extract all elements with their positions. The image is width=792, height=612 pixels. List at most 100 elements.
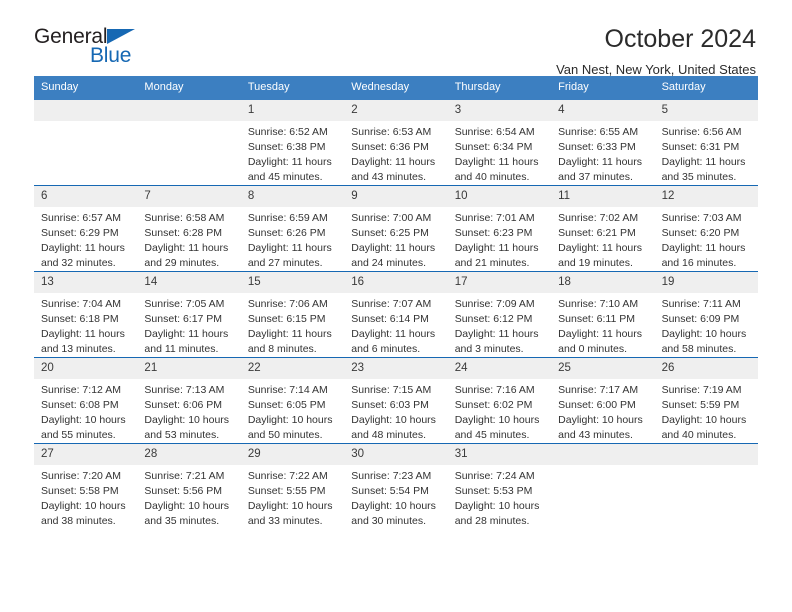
- sunset-text: Sunset: 6:02 PM: [454, 398, 533, 411]
- daylight-text: Daylight: 11 hours and 45 minutes.: [247, 156, 332, 184]
- day-number: 12: [654, 186, 758, 208]
- sunrise-text: Sunrise: 7:12 AM: [41, 383, 121, 396]
- day-cell-empty: [551, 443, 655, 529]
- sunset-text: Sunset: 6:23 PM: [454, 227, 533, 240]
- sunset-text: Sunset: 6:36 PM: [351, 141, 429, 154]
- day-number: 31: [447, 443, 552, 465]
- day-details: Sunrise: 7:16 AM Sunset: 6:02 PM Daylight:…: [448, 379, 551, 443]
- calendar-body: 1 Sunrise: 6:52 AM Sunset: 6:38 PM Daylight…: [34, 100, 758, 529]
- day-cell-26[interactable]: 26 Sunrise: 7:19 AM Sunset: 5:59 PM Dayligh…: [654, 357, 758, 443]
- title-block: October 2024 Van Nest, New York, United …: [556, 26, 758, 78]
- day-cell-27[interactable]: 27 Sunrise: 7:20 AM Sunset: 5:58 PM Dayligh…: [34, 443, 138, 529]
- sunrise-text: Sunrise: 7:16 AM: [454, 383, 535, 396]
- day-cell-12[interactable]: 12 Sunrise: 7:03 AM Sunset: 6:20 PM Dayligh…: [654, 186, 758, 271]
- day-cell-15[interactable]: 15 Sunrise: 7:06 AM Sunset: 6:15 PM Dayligh…: [240, 271, 345, 357]
- daylight-text: Daylight: 10 hours and 58 minutes.: [661, 327, 747, 355]
- day-cell-19[interactable]: 19 Sunrise: 7:11 AM Sunset: 6:09 PM Dayligh…: [654, 271, 758, 357]
- weekday-header-wednesday: Wednesday: [351, 81, 410, 93]
- day-number: 9: [344, 186, 448, 208]
- day-number: 30: [344, 443, 448, 465]
- daylight-text: Daylight: 11 hours and 43 minutes.: [351, 156, 436, 184]
- day-number: 4: [551, 100, 655, 122]
- day-details: Sunrise: 6:52 AM Sunset: 6:38 PM Daylight:…: [241, 121, 344, 185]
- daylight-text: Daylight: 11 hours and 35 minutes.: [661, 156, 746, 184]
- sunrise-text: Sunrise: 6:59 AM: [247, 212, 328, 225]
- day-cell-1[interactable]: 1 Sunrise: 6:52 AM Sunset: 6:38 PM Daylight…: [240, 100, 345, 186]
- weekday-header-saturday: Saturday: [661, 81, 706, 93]
- day-details: Sunrise: 7:15 AM Sunset: 6:03 PM Daylight:…: [344, 379, 447, 443]
- day-cell-9[interactable]: 9 Sunrise: 7:00 AM Sunset: 6:25 PM Daylight…: [344, 186, 448, 271]
- day-cell-8[interactable]: 8 Sunrise: 6:59 AM Sunset: 6:26 PM Daylight…: [240, 186, 345, 271]
- day-details: Sunrise: 7:24 AM Sunset: 5:53 PM Daylight:…: [448, 465, 551, 529]
- sunset-text: Sunset: 6:15 PM: [247, 313, 326, 325]
- sunset-text: Sunset: 6:09 PM: [661, 313, 740, 325]
- general-blue-logo[interactable]: General Blue: [34, 26, 154, 72]
- day-number: 27: [34, 443, 138, 465]
- day-cell-25[interactable]: 25 Sunrise: 7:17 AM Sunset: 6:00 PM Dayligh…: [551, 357, 655, 443]
- day-cell-7[interactable]: 7 Sunrise: 6:58 AM Sunset: 6:28 PM Daylight…: [137, 186, 241, 271]
- day-cell-2[interactable]: 2 Sunrise: 6:53 AM Sunset: 6:36 PM Daylight…: [344, 100, 448, 186]
- sunset-text: Sunset: 6:18 PM: [41, 313, 119, 325]
- day-details: Sunrise: 7:21 AM Sunset: 5:56 PM Daylight:…: [137, 465, 240, 529]
- day-cell-16[interactable]: 16 Sunrise: 7:07 AM Sunset: 6:14 PM Dayligh…: [344, 271, 448, 357]
- day-number: 11: [551, 186, 655, 208]
- sunrise-text: Sunrise: 7:13 AM: [144, 383, 225, 396]
- day-number: 29: [240, 443, 345, 465]
- weekday-header-monday: Monday: [144, 81, 184, 93]
- daylight-text: Daylight: 11 hours and 13 minutes.: [41, 327, 125, 355]
- week-row: 27 Sunrise: 7:20 AM Sunset: 5:58 PM Dayligh…: [34, 442, 758, 529]
- page-header: General Blue October 2024 Van Nest, New …: [34, 0, 758, 78]
- day-number: 10: [447, 186, 552, 208]
- day-number: 22: [240, 357, 345, 379]
- day-cell-6[interactable]: 6 Sunrise: 6:57 AM Sunset: 6:29 PM Daylight…: [34, 186, 138, 271]
- sunset-text: Sunset: 6:03 PM: [351, 398, 429, 411]
- day-cell-28[interactable]: 28 Sunrise: 7:21 AM Sunset: 5:56 PM Dayligh…: [137, 443, 241, 529]
- daylight-text: Daylight: 10 hours and 40 minutes.: [661, 413, 747, 441]
- day-cell-11[interactable]: 11 Sunrise: 7:02 AM Sunset: 6:21 PM Dayligh…: [551, 186, 655, 271]
- week-row: 1 Sunrise: 6:52 AM Sunset: 6:38 PM Daylight…: [34, 100, 758, 186]
- weekday-header-tuesday: Tuesday: [247, 81, 290, 93]
- day-cell-30[interactable]: 30 Sunrise: 7:23 AM Sunset: 5:54 PM Dayligh…: [344, 443, 448, 529]
- sunset-text: Sunset: 5:53 PM: [454, 484, 533, 497]
- calendar-grid: Sunday Monday Tuesday Wednesday Thursday Frid…: [34, 76, 758, 529]
- week-row: 20 Sunrise: 7:12 AM Sunset: 6:08 PM Dayligh…: [34, 356, 758, 443]
- logo-triangle-icon: [107, 29, 135, 44]
- daylight-text: Daylight: 11 hours and 0 minutes.: [558, 327, 642, 355]
- day-cell-18[interactable]: 18 Sunrise: 7:10 AM Sunset: 6:11 PM Dayligh…: [551, 271, 655, 357]
- day-cell-22[interactable]: 22 Sunrise: 7:14 AM Sunset: 6:05 PM Dayligh…: [240, 357, 345, 443]
- day-details: Sunrise: 6:56 AM Sunset: 6:31 PM Daylight:…: [655, 121, 758, 185]
- sunrise-text: Sunrise: 7:11 AM: [661, 298, 741, 311]
- day-cell-29[interactable]: 29 Sunrise: 7:22 AM Sunset: 5:55 PM Dayligh…: [240, 443, 345, 529]
- sunrise-text: Sunrise: 7:21 AM: [144, 469, 225, 482]
- day-cell-31[interactable]: 31 Sunrise: 7:24 AM Sunset: 5:53 PM Dayligh…: [447, 443, 552, 529]
- day-cell-3[interactable]: 3 Sunrise: 6:54 AM Sunset: 6:34 PM Daylight…: [447, 100, 552, 186]
- day-cell-24[interactable]: 24 Sunrise: 7:16 AM Sunset: 6:02 PM Dayligh…: [447, 357, 552, 443]
- daylight-text: Daylight: 10 hours and 35 minutes.: [144, 499, 230, 527]
- sunrise-text: Sunrise: 7:01 AM: [454, 212, 535, 225]
- sunrise-text: Sunrise: 6:52 AM: [247, 126, 328, 139]
- day-cell-empty: [137, 100, 241, 186]
- daylight-text: Daylight: 11 hours and 19 minutes.: [558, 242, 642, 269]
- page-subtitle: Van Nest, New York, United States: [556, 62, 756, 77]
- sunset-text: Sunset: 6:33 PM: [558, 141, 636, 154]
- day-cell-20[interactable]: 20 Sunrise: 7:12 AM Sunset: 6:08 PM Dayligh…: [34, 357, 138, 443]
- daylight-text: Daylight: 10 hours and 43 minutes.: [558, 413, 643, 441]
- day-cell-17[interactable]: 17 Sunrise: 7:09 AM Sunset: 6:12 PM Dayligh…: [447, 271, 552, 357]
- daylight-text: Daylight: 11 hours and 32 minutes.: [41, 242, 125, 269]
- day-cell-23[interactable]: 23 Sunrise: 7:15 AM Sunset: 6:03 PM Dayligh…: [344, 357, 448, 443]
- day-cell-14[interactable]: 14 Sunrise: 7:05 AM Sunset: 6:17 PM Dayligh…: [137, 271, 241, 357]
- day-cell-4[interactable]: 4 Sunrise: 6:55 AM Sunset: 6:33 PM Daylight…: [551, 100, 655, 186]
- sunrise-text: Sunrise: 7:10 AM: [558, 298, 639, 311]
- day-details: Sunrise: 7:14 AM Sunset: 6:05 PM Daylight:…: [241, 379, 344, 443]
- day-cell-10[interactable]: 10 Sunrise: 7:01 AM Sunset: 6:23 PM Dayligh…: [447, 186, 552, 271]
- day-cell-13[interactable]: 13 Sunrise: 7:04 AM Sunset: 6:18 PM Dayligh…: [34, 271, 138, 357]
- day-number: [654, 443, 758, 465]
- sunset-text: Sunset: 6:38 PM: [247, 141, 326, 154]
- day-cell-5[interactable]: 5 Sunrise: 6:56 AM Sunset: 6:31 PM Daylight…: [654, 100, 758, 186]
- day-number: 1: [240, 100, 345, 122]
- day-cell-21[interactable]: 21 Sunrise: 7:13 AM Sunset: 6:06 PM Dayligh…: [137, 357, 241, 443]
- sunset-text: Sunset: 6:08 PM: [41, 398, 119, 411]
- day-details: Sunrise: 7:10 AM Sunset: 6:11 PM Daylight:…: [551, 293, 654, 357]
- day-details: Sunrise: 7:09 AM Sunset: 6:12 PM Daylight:…: [448, 293, 551, 357]
- day-details: Sunrise: 7:22 AM Sunset: 5:55 PM Daylight:…: [241, 465, 344, 529]
